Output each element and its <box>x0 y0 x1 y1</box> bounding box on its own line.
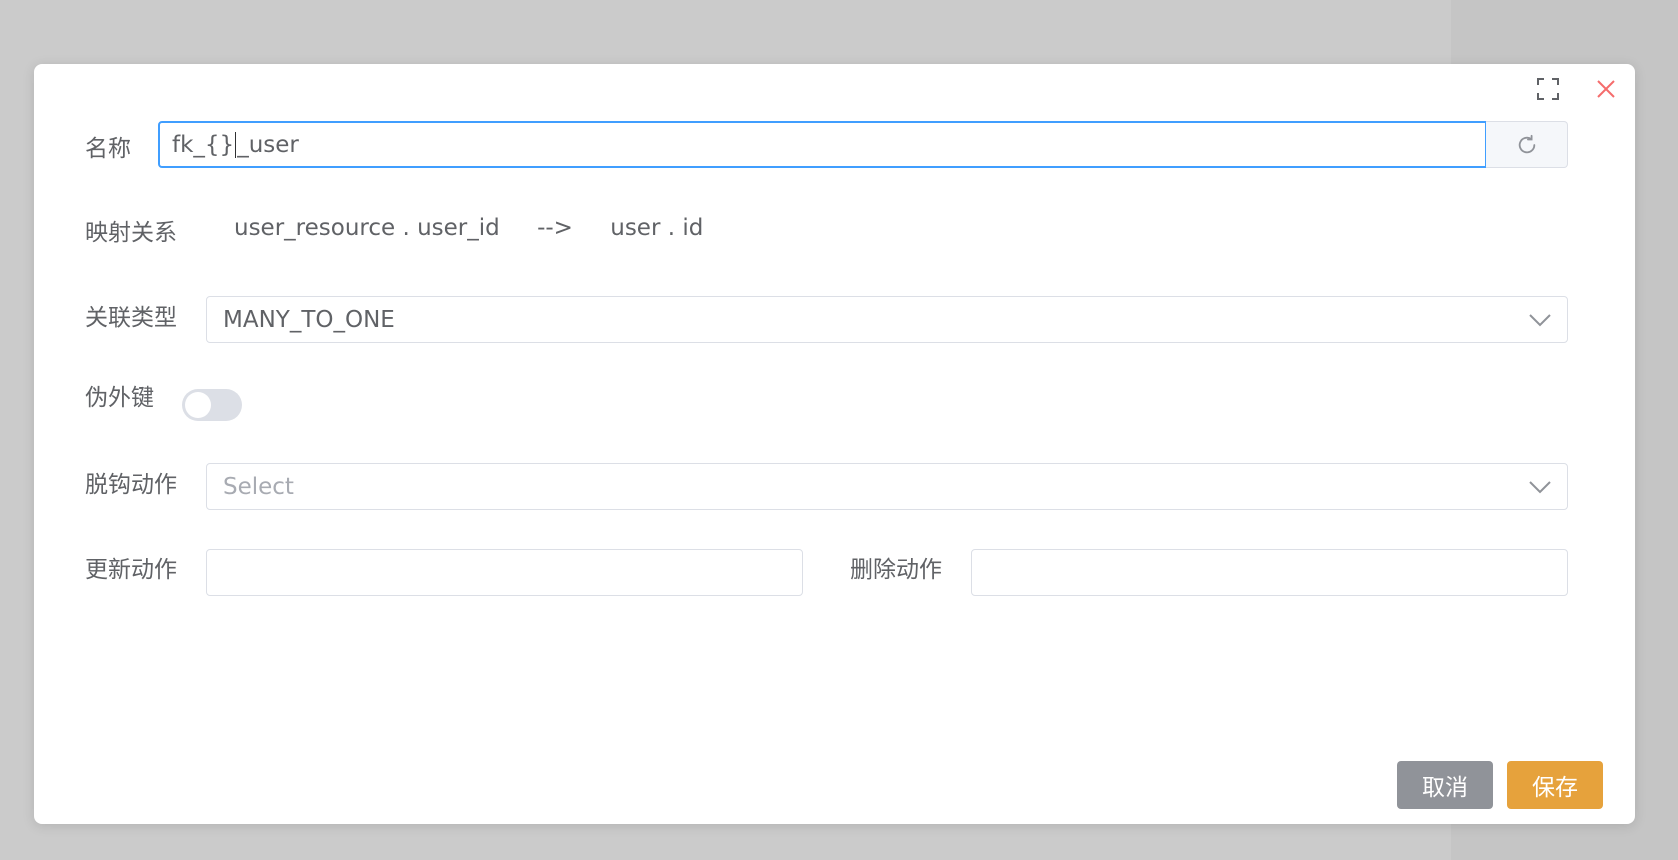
foreign-key-dialog: 名称 fk_{} _user 映射关系 user_resource . user_… <box>34 64 1635 824</box>
relation-type-value: MANY_TO_ONE <box>223 306 395 333</box>
pseudo-fk-switch[interactable] <box>182 389 242 421</box>
name-label: 名称 <box>85 136 131 162</box>
chevron-down-icon <box>1529 480 1551 493</box>
mapping-source: user_resource . user_id <box>234 215 500 241</box>
unhook-action-label: 脱钩动作 <box>85 472 177 498</box>
delete-action-input[interactable] <box>971 549 1568 596</box>
save-button[interactable]: 保存 <box>1507 761 1603 809</box>
pseudo-fk-label: 伪外键 <box>85 385 154 411</box>
relation-type-label: 关联类型 <box>85 305 177 331</box>
mapping-arrow: --> <box>537 215 573 241</box>
mapping-value: user_resource . user_id --> user . id <box>234 215 733 241</box>
refresh-icon <box>1518 134 1535 153</box>
update-action-input[interactable] <box>206 549 803 596</box>
close-icon[interactable] <box>1591 74 1621 104</box>
relation-type-select[interactable]: MANY_TO_ONE <box>206 296 1568 343</box>
refresh-button[interactable] <box>1486 121 1568 168</box>
switch-knob <box>185 392 211 418</box>
cancel-button[interactable]: 取消 <box>1397 761 1493 809</box>
name-input[interactable]: fk_{} _user <box>158 121 1487 168</box>
delete-action-label: 删除动作 <box>850 557 942 583</box>
update-action-label: 更新动作 <box>85 557 177 583</box>
name-value-start: fk_{} <box>172 131 235 158</box>
chevron-down-icon <box>1529 313 1551 326</box>
name-value-end: _user <box>237 131 299 158</box>
mapping-target: user . id <box>610 215 704 241</box>
fullscreen-icon[interactable] <box>1533 74 1563 104</box>
unhook-action-select[interactable]: Select <box>206 463 1568 510</box>
mapping-label: 映射关系 <box>85 220 177 246</box>
unhook-action-placeholder: Select <box>223 473 294 500</box>
